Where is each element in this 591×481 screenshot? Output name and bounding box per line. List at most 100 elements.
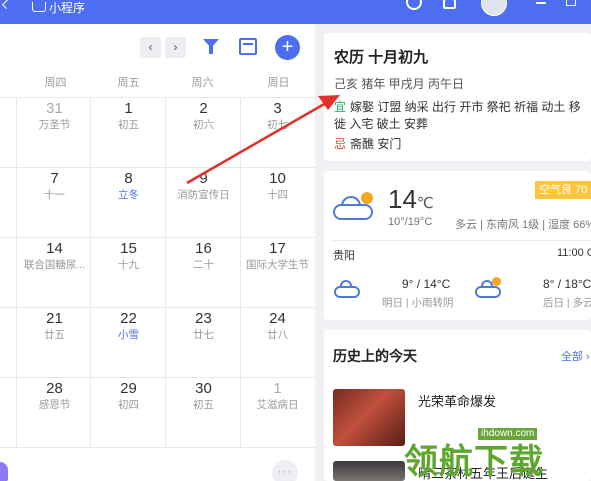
day-number: 23 [195, 310, 212, 327]
weekday-label: 周四 [44, 77, 67, 89]
history-item-title[interactable]: 光荣革命爆发 [418, 391, 496, 410]
history-title: 历史上的今天 [333, 348, 417, 364]
ji-text: 斋醮 安门 [350, 137, 402, 151]
calendar-day-cell[interactable]: 22 小雪 [91, 307, 166, 377]
history-all-link[interactable]: 全部 › [561, 348, 590, 364]
prev-month-button[interactable]: ‹ [140, 37, 161, 58]
day-number: 7 [50, 170, 59, 187]
calendar-day-cell[interactable]: 17 国际大学生节 [240, 237, 315, 307]
day-subtitle: 十一 [44, 189, 65, 201]
maximize-icon[interactable] [566, 0, 576, 6]
weekday-label: 周五 [117, 77, 140, 89]
day-subtitle: 初六 [193, 119, 214, 131]
day-number: 22 [120, 310, 137, 327]
minimize-icon[interactable] [536, 2, 546, 4]
day-subtitle: 立冬 [118, 189, 139, 201]
title-bar: 小程序 [0, 0, 591, 24]
calendar-day-cell[interactable]: 1 初五 [91, 97, 166, 167]
bell-icon[interactable] [443, 0, 456, 9]
history-thumbnail[interactable] [333, 461, 405, 481]
calendar-day-cell[interactable]: 16 二十 [166, 237, 241, 307]
day-subtitle: 十四 [267, 189, 288, 201]
calendar-day-cell[interactable]: 21 廿五 [17, 307, 92, 377]
day-number: 21 [46, 310, 63, 327]
calendar-day-cell[interactable]: 15 十九 [91, 237, 166, 307]
day-number: 10 [269, 170, 286, 187]
day-number: 3 [273, 100, 282, 117]
day-subtitle: 万圣节 [38, 119, 71, 131]
watermark-url: ihdown.com [478, 428, 538, 440]
temperature-value: 14 [388, 184, 417, 214]
mini-program-label[interactable]: 小程序 [49, 0, 85, 16]
divider [332, 240, 591, 241]
forecast-temp: 8° / 18°C [543, 277, 591, 291]
day-number: 17 [269, 240, 286, 257]
day-number: 29 [120, 380, 137, 397]
day-subtitle: 国际大学生节 [246, 259, 309, 271]
day-subtitle: 联合国糖尿... [23, 259, 86, 271]
yi-label: 宜 [334, 100, 347, 114]
city-label: 贵阳 [333, 250, 355, 262]
temperature-range: 10°/19°C [388, 216, 433, 228]
back-icon[interactable] [2, 0, 12, 9]
add-event-button[interactable]: + [275, 35, 300, 60]
day-number: 30 [195, 380, 212, 397]
assistant-bubble[interactable] [0, 462, 8, 481]
day-number: 8 [124, 170, 133, 187]
calendar-day-cell[interactable]: 28 感恩节 [17, 377, 92, 447]
day-subtitle: 小雪 [118, 329, 139, 341]
avatar[interactable] [481, 0, 507, 16]
day-number: 1 [124, 100, 133, 117]
cloudy-weather-icon [475, 277, 501, 298]
day-subtitle: 初七 [267, 119, 288, 131]
weather-detail: 多云 | 东南风 1级 | 湿度 66% [455, 219, 591, 231]
calendar-day-cell[interactable]: 14 联合国糖尿... [17, 237, 92, 307]
current-temperature: 14℃ [388, 184, 434, 215]
day-number: 31 [46, 100, 63, 117]
watermark-logo: 领航下载 [404, 442, 544, 481]
calendar-day-cell[interactable]: 3 初七 [240, 97, 315, 167]
calendar-day-cell[interactable]: 7 十一 [17, 167, 92, 237]
day-subtitle: 初五 [118, 119, 139, 131]
more-button[interactable]: ··· [272, 460, 298, 481]
calendar-icon[interactable] [239, 38, 257, 55]
day-subtitle: 二十 [193, 259, 214, 271]
grid-line [0, 447, 315, 448]
title-bar-left: 小程序 [0, 0, 85, 16]
calendar-day-cell[interactable]: 31 万圣节 [17, 97, 92, 167]
ganzhi-text: 己亥 猪年 甲戌月 丙午日 [334, 77, 465, 91]
calendar-day-cell[interactable]: 24 廿八 [240, 307, 315, 377]
sun-icon [361, 192, 373, 204]
yi-text: 嫁娶 订盟 纳采 出行 开市 祭祀 祈福 动土 移徙 入宅 破土 安葬 [334, 100, 581, 131]
temperature-unit: ℃ [416, 195, 434, 212]
day-subtitle: 初四 [118, 399, 139, 411]
day-number: 28 [46, 380, 63, 397]
day-number: 16 [195, 240, 212, 257]
day-subtitle: 十九 [118, 259, 139, 271]
filter-icon[interactable] [203, 39, 219, 54]
day-subtitle: 感恩节 [38, 399, 71, 411]
history-thumbnail[interactable] [333, 389, 405, 446]
day-number: 14 [46, 240, 63, 257]
day-number: 15 [120, 240, 137, 257]
calendar-day-cell[interactable]: 2 初六 [166, 97, 241, 167]
calendar-day-cell[interactable]: 10 十四 [240, 167, 315, 237]
calendar-panel: ‹ › + 周四 周五 周六 周日 31 万圣节 1 初五 2 初六 3 初七 7 十一 8 立冬 9 消… [0, 24, 315, 481]
calendar-day-cell[interactable]: 30 初五 [166, 377, 241, 447]
search-icon[interactable] [406, 0, 422, 10]
lunar-card: 农历 十月初九 己亥 猪年 甲戌月 丙午日 宜嫁娶 订盟 纳采 出行 开市 祭祀… [324, 33, 591, 161]
calendar-day-cell[interactable]: 23 廿七 [166, 307, 241, 377]
next-month-button[interactable]: › [165, 37, 186, 58]
calendar-day-cell[interactable]: 29 初四 [91, 377, 166, 447]
calendar-day-cell[interactable]: 8 立冬 [91, 167, 166, 237]
day-subtitle: 消防宣传日 [177, 189, 230, 201]
day-number: 9 [199, 170, 208, 187]
calendar-day-cell[interactable]: 1 艾滋病日 [240, 377, 315, 447]
day-subtitle: 艾滋病日 [256, 399, 299, 411]
weekday-label: 周六 [191, 77, 214, 89]
calendar-day-cell[interactable]: 9 消防宣传日 [166, 167, 241, 237]
mini-program-icon [32, 2, 46, 12]
forecast-desc: 明日 | 小雨转阴 [382, 297, 454, 309]
lunar-date-title: 农历 十月初九 [334, 49, 429, 66]
day-subtitle: 廿七 [193, 329, 214, 341]
